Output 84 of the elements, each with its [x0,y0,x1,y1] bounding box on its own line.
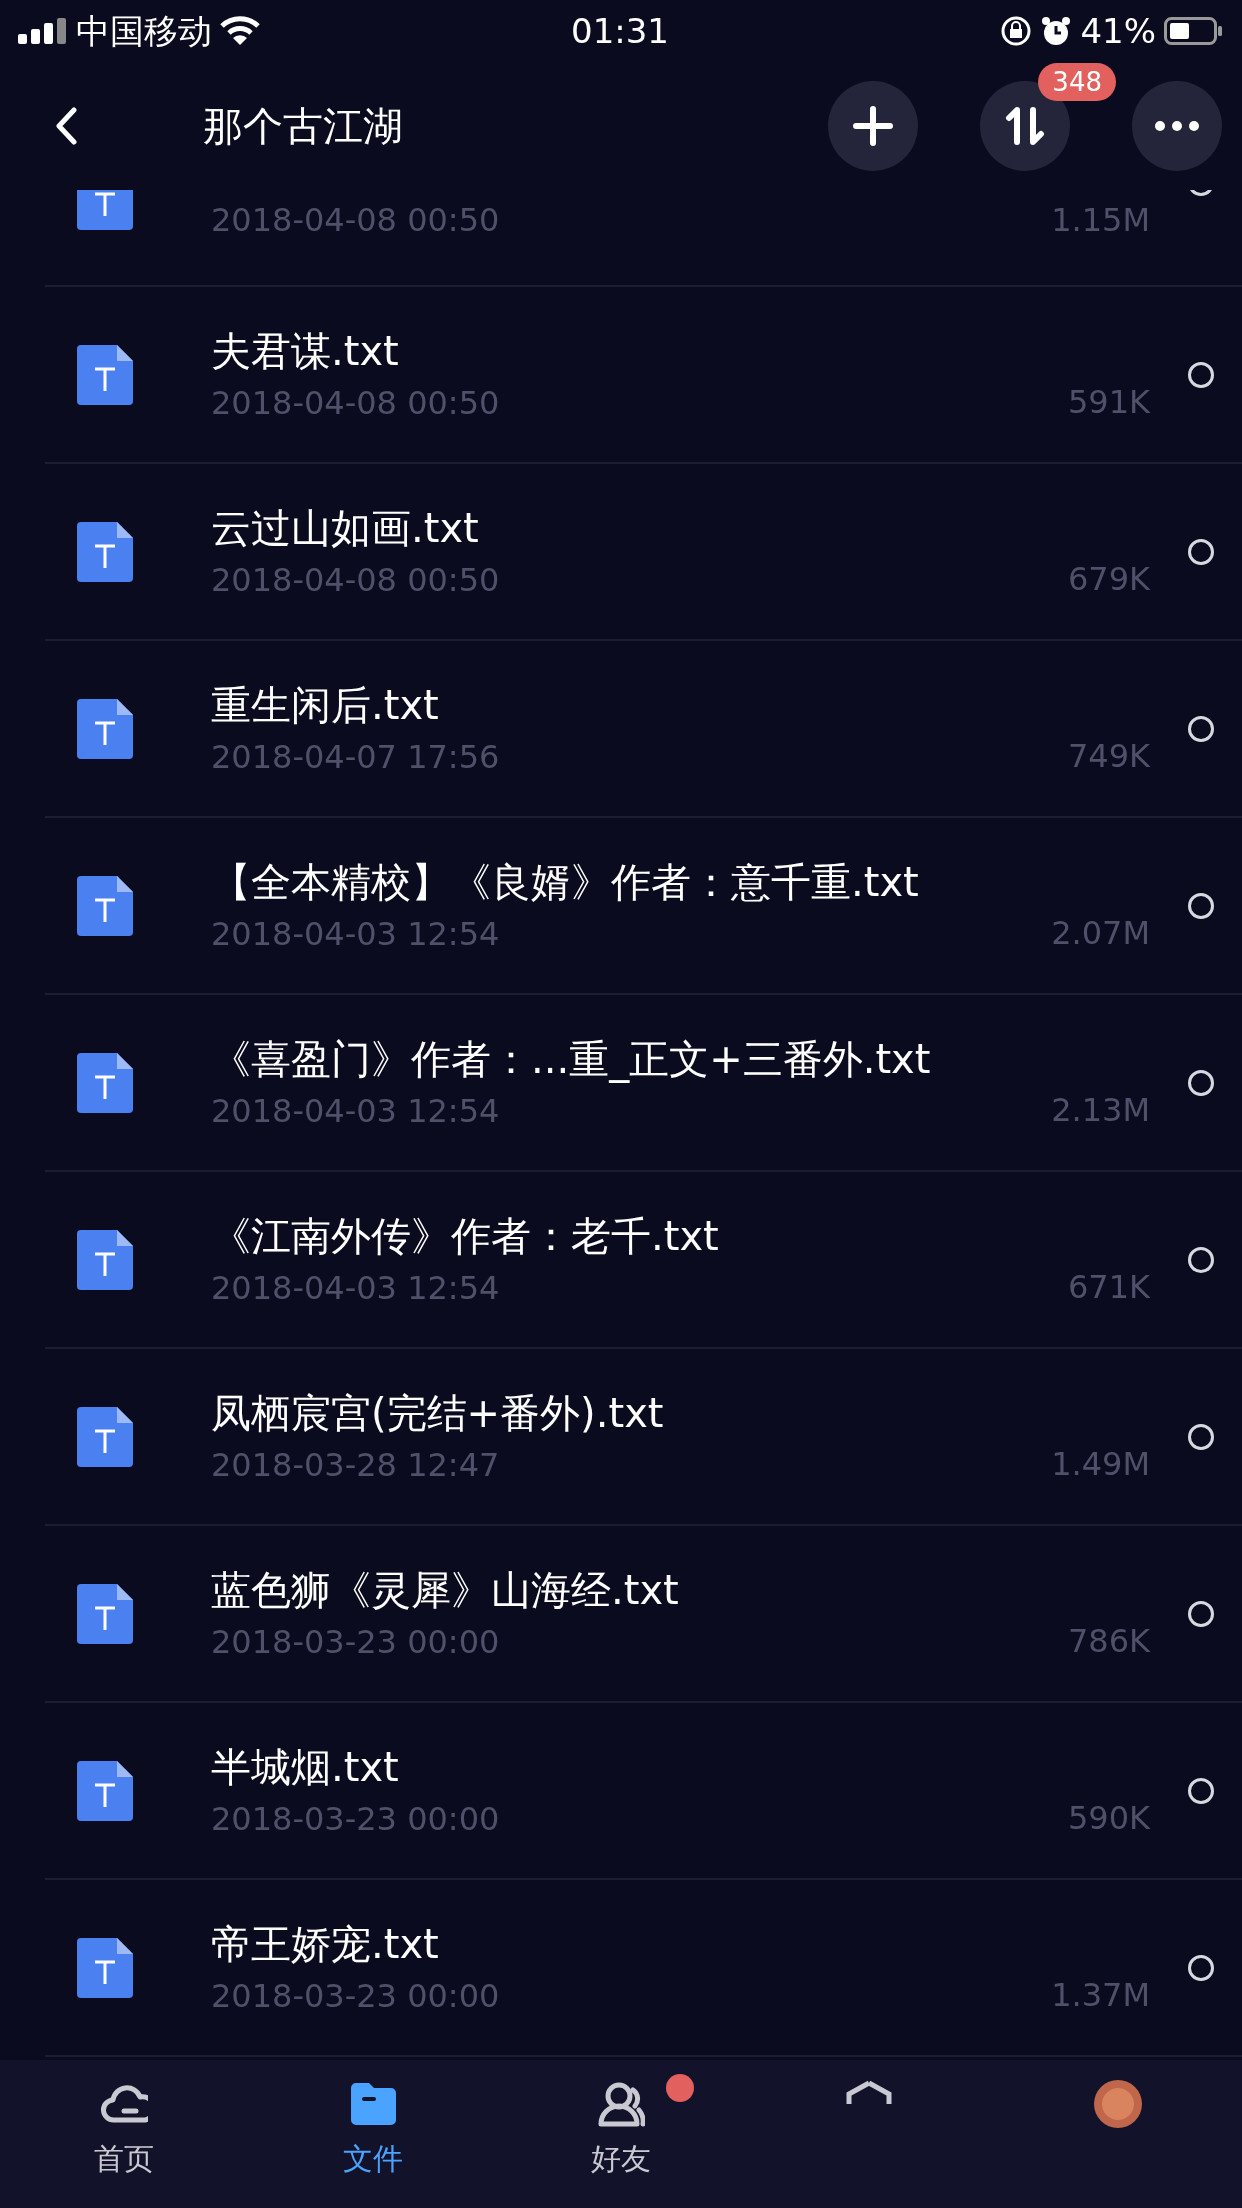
file-date: 2018-03-28 12:47 [211,1444,501,1486]
file-row[interactable]: 帝王娇宠.txt 2018-03-23 00:00 1.37M [45,1880,1242,2057]
select-radio[interactable] [1188,361,1214,388]
file-name: 重生闲后.txt [211,680,440,730]
carrier-name: 中国移动 [76,9,212,53]
clock-time: 01:31 [571,9,669,53]
plus-icon [853,106,893,146]
tab-button[interactable]: 首页 [0,2060,249,2208]
file-name: 《江南外传》作者：老千.txt [211,1211,719,1261]
file-date: 2018-04-03 12:54 [211,913,501,955]
file-name: 夫君谋.txt [211,326,400,376]
file-row[interactable]: 凤栖宸宫(完结+番外).txt 2018-03-28 12:47 1.49M [45,1349,1242,1526]
rotation-lock-icon [1000,15,1033,47]
select-radio[interactable] [1188,538,1214,565]
signal-icon [18,18,68,44]
file-date: 2018-04-03 12:54 [211,1267,501,1309]
file-name: 《喜盈门》作者：...重_正文+三番外.txt [211,1034,931,1084]
battery-percent: 41% [1080,9,1156,53]
file-name: 凤栖宸宫(完结+番外).txt [211,1388,664,1438]
text-file-icon [77,698,133,759]
text-file-icon [77,1760,133,1821]
select-radio[interactable] [1188,1600,1214,1627]
cube-icon [845,2080,894,2106]
file-row[interactable]: 《喜盈门》作者：...重_正文+三番外.txt 2018-04-03 12:54 2.13M [45,995,1242,1172]
file-date: 2018-03-23 00:00 [211,1975,500,2017]
tab-button[interactable]: 文件 [248,2060,497,2208]
select-radio[interactable] [1188,1423,1214,1450]
text-file-icon [77,521,133,582]
wifi-icon [220,16,260,46]
file-size: 679K [1067,559,1150,600]
battery-icon [1164,17,1222,45]
back-icon [55,107,77,145]
text-file-icon [77,1583,133,1644]
folder-title: 那个古江湖 [203,102,403,151]
select-radio[interactable] [1188,1954,1214,1981]
file-date: 2018-04-08 00:50 [211,559,500,601]
file-name: 半城烟.txt [211,1742,400,1792]
file-date: 2018-04-08 00:50 [211,382,500,424]
file-size: 671K [1067,1267,1150,1308]
text-file-icon [77,1937,133,1998]
file-date: 2018-04-03 12:54 [211,1090,501,1132]
select-radio[interactable] [1188,1246,1214,1273]
text-file-icon [77,1052,133,1113]
file-name: 云过山如画.txt [211,503,480,553]
alarm-icon [1040,15,1073,47]
file-date: 2018-04-08 00:50 [211,200,500,241]
select-radio[interactable] [1188,1777,1214,1804]
text-file-icon [77,1406,133,1467]
file-size: 1.49M [1051,1444,1150,1485]
select-radio[interactable] [1188,892,1214,919]
file-date: 2018-04-07 17:56 [211,736,500,778]
file-date: 2018-03-23 00:00 [211,1621,501,1663]
file-row[interactable]: 重生闲后.txt 2018-04-07 17:56 749K [45,641,1242,818]
folder-icon [348,2080,397,2128]
file-size: 591K [1067,382,1150,423]
avatar-icon [1093,2080,1142,2128]
file-size: 749K [1067,736,1150,777]
select-radio[interactable] [1188,1069,1214,1096]
file-name: 帝王娇宠.txt [211,1919,440,1969]
file-size: 2.07M [1051,913,1150,954]
tab-button[interactable]: 好友 [496,2060,746,2208]
count-badge: 348 [1038,63,1116,101]
file-row[interactable]: 半城烟.txt 2018-03-23 00:00 590K [45,1703,1242,1880]
file-size: 1.15M [1051,200,1150,241]
text-file-icon [77,875,133,936]
more-icon [1154,120,1200,132]
back-button[interactable] [55,107,77,145]
text-file-icon [77,344,133,405]
file-row[interactable]: 【全本精校】《良婿》作者：意千重.txt 2018-04-03 12:54 2.07M [45,818,1242,995]
file-size: 1.37M [1051,1975,1150,2016]
file-row[interactable]: 云过山如画.txt 2018-04-08 00:50 679K [45,464,1242,641]
file-date: 2018-03-23 00:00 [211,1798,500,1840]
text-file-icon [77,1229,133,1290]
file-row[interactable]: 蓝色狮《灵犀》山海经.txt 2018-03-23 00:00 786K [45,1526,1242,1703]
transfer-icon [1005,106,1045,146]
file-size: 786K [1067,1621,1150,1662]
file-row[interactable]: 夫君谋.txt 2018-04-08 00:50 591K [45,287,1242,464]
select-radio[interactable] [1188,715,1214,742]
file-size: 2.13M [1051,1090,1150,1131]
file-row[interactable]: 《江南外传》作者：老千.txt 2018-04-03 12:54 671K [45,1172,1242,1349]
file-size: 590K [1067,1798,1150,1839]
file-name: 【全本精校】《良婿》作者：意千重.txt [211,857,919,907]
file-name: 蓝色狮《灵犀》山海经.txt [211,1565,679,1615]
people-icon [597,2080,645,2128]
